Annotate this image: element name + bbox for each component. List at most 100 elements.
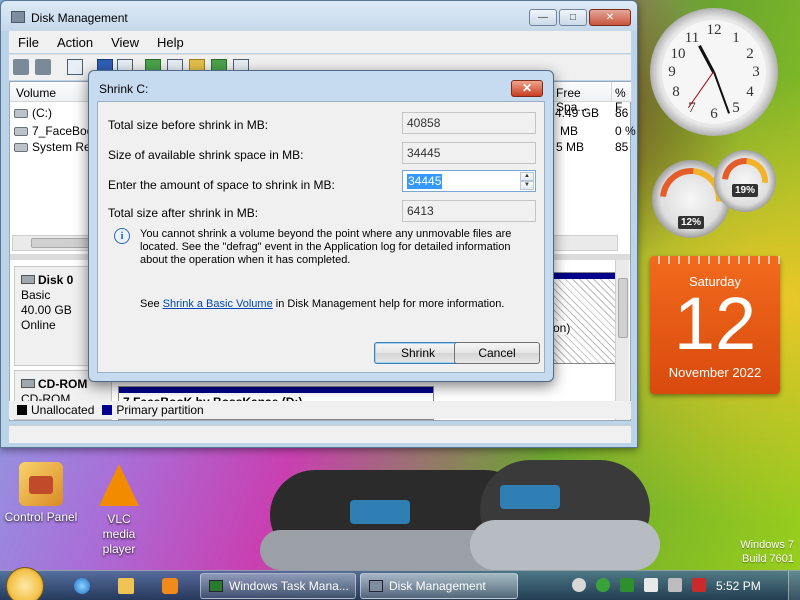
menu-help[interactable]: Help bbox=[148, 35, 193, 50]
cpu-usage-value: 12% bbox=[677, 216, 704, 229]
tray-security-check-icon[interactable] bbox=[596, 578, 610, 592]
free-space-cell: MB bbox=[560, 124, 578, 138]
dialog-body: Total size before shrink in MB: 40858 Si… bbox=[97, 101, 545, 373]
legend-unallocated: Unallocated bbox=[31, 403, 95, 417]
percent-free-cell: 0 % bbox=[615, 124, 636, 138]
clock-number: 11 bbox=[684, 30, 700, 46]
console-tree-icon[interactable] bbox=[67, 59, 83, 75]
calendar-month: November 2022 bbox=[668, 365, 762, 380]
column-header-percent-free[interactable]: % F bbox=[612, 82, 632, 114]
volume-row[interactable]: (C:) bbox=[14, 106, 52, 120]
forward-arrow-icon[interactable] bbox=[35, 59, 51, 75]
show-desktop-button[interactable] bbox=[788, 571, 800, 600]
taskbar: Windows Task Mana... Disk Management 5:5… bbox=[0, 567, 800, 600]
back-arrow-icon[interactable] bbox=[13, 59, 29, 75]
cd-drive-icon bbox=[21, 379, 35, 388]
vlc-cone-icon bbox=[99, 464, 139, 506]
drive-icon bbox=[14, 127, 28, 137]
memory-meter-gauge[interactable]: 19% bbox=[712, 148, 778, 214]
unallocated-swatch bbox=[17, 405, 27, 415]
partition-legend: Unallocated Primary partition bbox=[9, 401, 631, 419]
drive-icon bbox=[14, 109, 28, 119]
clock-number: 5 bbox=[732, 100, 740, 116]
taskbar-clock[interactable]: 5:52 PM bbox=[716, 579, 761, 593]
clock-number: 8 bbox=[672, 84, 680, 100]
action-center-flag-icon[interactable] bbox=[644, 578, 658, 592]
disk-icon bbox=[21, 275, 35, 284]
taskbar-pin-media[interactable] bbox=[152, 574, 188, 598]
shrink-dialog[interactable]: Shrink C: ✕ Total size before shrink in … bbox=[88, 70, 554, 382]
vertical-scrollbar[interactable] bbox=[615, 260, 629, 420]
desktop-icon-label: VLC media player bbox=[102, 512, 136, 556]
disk-management-icon bbox=[369, 580, 383, 592]
network-icon[interactable] bbox=[668, 578, 682, 592]
minimize-button[interactable]: — bbox=[529, 9, 557, 26]
dialog-close-button[interactable]: ✕ bbox=[511, 80, 543, 97]
info-message: You cannot shrink a volume beyond the po… bbox=[140, 228, 512, 266]
taskbar-pin-ie[interactable] bbox=[64, 574, 100, 598]
windows-watermark: Windows 7 Build 7601 bbox=[740, 539, 794, 565]
clock-number: 9 bbox=[668, 64, 676, 80]
tray-app-icon[interactable] bbox=[620, 578, 634, 592]
clock-number: 2 bbox=[746, 46, 754, 62]
internet-explorer-icon bbox=[74, 578, 90, 594]
field-label-shrink-amount: Enter the amount of space to shrink in M… bbox=[108, 178, 335, 192]
percent-free-cell: 86 bbox=[615, 106, 629, 120]
shrink-button[interactable]: Shrink bbox=[374, 342, 462, 364]
menu-file[interactable]: File bbox=[9, 35, 48, 50]
window-titlebar[interactable]: Disk Management — □ ✕ bbox=[1, 1, 637, 31]
taskbar-task-task-manager[interactable]: Windows Task Mana... bbox=[200, 573, 356, 599]
disk-management-app-icon bbox=[11, 11, 25, 23]
scrollbar-thumb[interactable] bbox=[618, 278, 628, 338]
cancel-button[interactable]: Cancel bbox=[454, 342, 540, 364]
info-icon: i bbox=[114, 228, 130, 244]
folder-icon bbox=[118, 578, 134, 594]
start-button[interactable] bbox=[6, 567, 44, 600]
wallpaper-art bbox=[230, 430, 670, 570]
partition-block-c[interactable]: on) bbox=[550, 272, 616, 364]
column-header-free-space[interactable]: Free Spa... bbox=[550, 82, 612, 114]
memory-usage-value: 19% bbox=[731, 184, 758, 197]
clock-number: 10 bbox=[670, 46, 686, 62]
menu-action[interactable]: Action bbox=[48, 35, 102, 50]
close-button[interactable]: ✕ bbox=[589, 9, 631, 26]
taskbar-task-disk-management[interactable]: Disk Management bbox=[360, 573, 518, 599]
clock-number: 6 bbox=[710, 106, 718, 122]
control-panel-icon bbox=[19, 462, 63, 506]
spin-up-icon[interactable]: ▲ bbox=[520, 172, 534, 181]
volume-muted-icon[interactable] bbox=[692, 578, 706, 592]
total-after-value: 6413 bbox=[402, 200, 536, 222]
menu-view[interactable]: View bbox=[102, 35, 148, 50]
clock-gadget[interactable]: 12 1 2 3 4 5 6 7 8 9 10 11 bbox=[650, 8, 778, 136]
primary-swatch bbox=[102, 405, 113, 415]
free-space-cell: 4.49 GB bbox=[555, 106, 600, 120]
drive-icon bbox=[14, 143, 28, 153]
volume-row[interactable]: System Res bbox=[14, 140, 97, 154]
shrink-amount-spinner[interactable]: ▲ ▼ bbox=[520, 172, 534, 190]
status-bar bbox=[9, 425, 631, 443]
field-label-available-space: Size of available shrink space in MB: bbox=[108, 148, 304, 162]
calendar-gadget[interactable]: Saturday 12 November 2022 bbox=[650, 256, 780, 394]
shrink-amount-input[interactable]: 34445 ▲ ▼ bbox=[402, 170, 536, 192]
field-label-total-before: Total size before shrink in MB: bbox=[108, 118, 269, 132]
shrink-basic-volume-link[interactable]: Shrink a Basic Volume bbox=[163, 298, 273, 310]
spin-down-icon[interactable]: ▼ bbox=[520, 181, 534, 190]
desktop-icon-vlc[interactable]: VLC media player bbox=[74, 464, 164, 557]
taskbar-pin-explorer[interactable] bbox=[108, 574, 144, 598]
clock-number: 3 bbox=[752, 64, 760, 80]
calendar-day: 12 bbox=[673, 282, 757, 365]
clock-number: 1 bbox=[732, 30, 740, 46]
shrink-amount-selected-text: 34445 bbox=[407, 174, 443, 189]
column-header-volume[interactable]: Volume bbox=[10, 82, 94, 102]
help-reference-line: See Shrink a Basic Volume in Disk Manage… bbox=[140, 298, 505, 310]
window-title: Disk Management bbox=[31, 11, 128, 25]
available-space-value: 34445 bbox=[402, 142, 536, 164]
tray-smiley-icon[interactable] bbox=[572, 578, 586, 592]
legend-primary: Primary partition bbox=[116, 403, 204, 417]
clock-number: 12 bbox=[706, 22, 722, 38]
menu-bar: File Action View Help bbox=[9, 31, 631, 53]
task-manager-icon bbox=[209, 580, 223, 592]
total-before-value: 40858 bbox=[402, 112, 536, 134]
volume-row[interactable]: 7_FaceBoo bbox=[14, 124, 93, 138]
maximize-button[interactable]: □ bbox=[559, 9, 587, 26]
